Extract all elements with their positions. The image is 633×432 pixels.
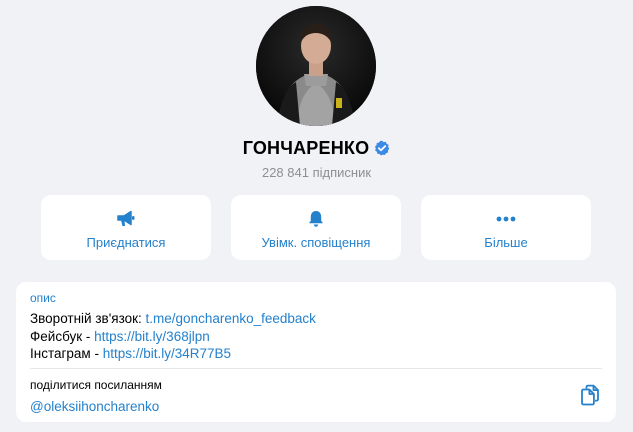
bell-icon [231, 209, 401, 229]
megaphone-icon [41, 209, 211, 229]
copy-icon[interactable] [578, 383, 602, 407]
section-divider [30, 368, 602, 369]
feedback-link[interactable]: t.me/goncharenko_feedback [146, 311, 316, 326]
channel-name: ГОНЧАРЕНКО [242, 138, 370, 158]
enable-notifications-label: Увімк. сповіщення [261, 235, 371, 250]
instagram-link[interactable]: https://bit.ly/34R77B5 [103, 346, 231, 361]
channel-username-link[interactable]: @oleksiihoncharenko [30, 398, 159, 415]
subscriber-count: 228 841 підписник [261, 165, 372, 180]
description-line-facebook: Фейсбук - https://bit.ly/368jlpn [30, 328, 316, 346]
channel-avatar[interactable] [256, 6, 376, 126]
description-section-label: опис [30, 291, 56, 305]
more-button-label: Більше [484, 235, 528, 250]
verified-badge-icon [374, 139, 390, 161]
enable-notifications-button[interactable]: Увімк. сповіщення [231, 195, 401, 260]
avatar-photo [256, 6, 376, 126]
channel-description: Зворотній зв'язок: t.me/goncharenko_feed… [30, 310, 316, 363]
channel-info-card: опис Зворотній зв'язок: t.me/goncharenko… [16, 282, 616, 422]
instagram-prefix: Інстаграм - [30, 346, 103, 361]
description-line-instagram: Інстаграм - https://bit.ly/34R77B5 [30, 345, 316, 363]
join-button[interactable]: Приєднатися [41, 195, 211, 260]
share-link-label: поділитися посиланням [30, 378, 162, 392]
channel-title-row: ГОНЧАРЕНКО [0, 137, 633, 161]
facebook-prefix: Фейсбук - [30, 328, 95, 344]
more-button[interactable]: Більше [421, 195, 591, 260]
more-dots-icon [421, 209, 591, 229]
join-button-label: Приєднатися [86, 235, 166, 250]
facebook-link[interactable]: https://bit.ly/368jlpn [94, 329, 210, 344]
feedback-prefix: Зворотній зв'язок: [30, 311, 146, 326]
description-line-feedback: Зворотній зв'язок: t.me/goncharenko_feed… [30, 310, 316, 328]
channel-profile-page: ГОНЧАРЕНКО 228 841 підписник Приєднатися… [0, 0, 633, 432]
